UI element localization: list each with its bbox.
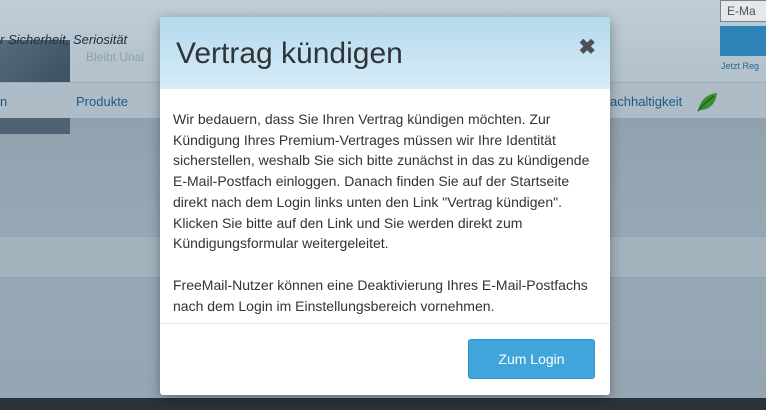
dialog-title: Vertrag kündigen bbox=[176, 37, 403, 70]
dialog-body: Wir bedauern, dass Sie Ihren Vertrag kün… bbox=[160, 89, 610, 316]
dialog-paragraph-2: FreeMail-Nutzer können eine Deaktivierun… bbox=[173, 276, 588, 314]
login-button[interactable]: Zum Login bbox=[468, 339, 595, 379]
cancel-contract-dialog: Vertrag kündigen ✖ Wir bedauern, dass Si… bbox=[160, 17, 610, 395]
dialog-footer: Zum Login bbox=[160, 323, 610, 395]
dialog-header: Vertrag kündigen ✖ bbox=[160, 17, 610, 89]
close-icon[interactable]: ✖ bbox=[578, 37, 596, 59]
dialog-paragraph-1: Wir bedauern, dass Sie Ihren Vertrag kün… bbox=[173, 111, 590, 252]
